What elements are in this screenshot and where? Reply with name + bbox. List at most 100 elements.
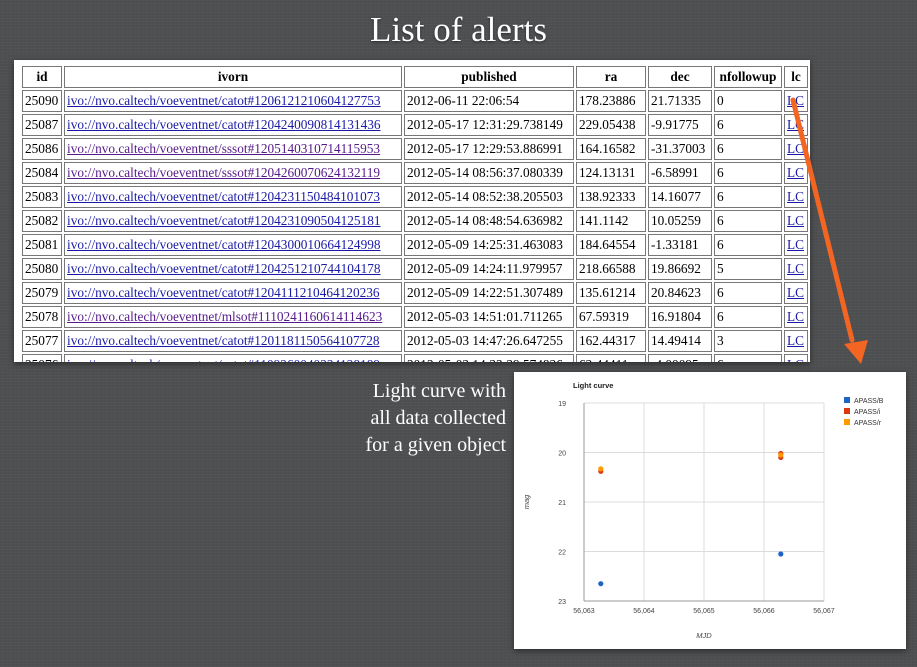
column-header-nfollowup: nfollowup	[714, 66, 782, 88]
table-row: 25087 ivo://nvo.caltech/voeventnet/catot#…	[22, 114, 808, 136]
cell-ivorn: ivo://nvo.caltech/voeventnet/mlsot#11102…	[64, 306, 402, 328]
light-curve-caption: Light curve with all data collected for …	[330, 378, 507, 459]
cell-published: 2012-05-17 12:29:53.886991	[404, 138, 574, 160]
ivorn-link[interactable]: ivo://nvo.caltech/voeventnet/mlsot#11102…	[67, 309, 382, 324]
cell-published: 2012-05-03 14:47:26.647255	[404, 330, 574, 352]
cell-published: 2012-05-17 12:31:29.738149	[404, 114, 574, 136]
cell-ivorn: ivo://nvo.caltech/voeventnet/catot#12011…	[64, 330, 402, 352]
cell-nfollowup: 6	[714, 186, 782, 208]
cell-ivorn: ivo://nvo.caltech/voeventnet/catot#12061…	[64, 90, 402, 112]
cell-lc: LC	[784, 282, 808, 304]
ivorn-link[interactable]: ivo://nvo.caltech/voeventnet/catot#12041…	[67, 285, 380, 300]
cell-nfollowup: 6	[714, 162, 782, 184]
cell-ra: 135.61214	[576, 282, 646, 304]
cell-dec: -4.00095	[648, 354, 712, 362]
caption-line: Light curve with	[372, 380, 506, 402]
x-tick-label: 56,065	[693, 608, 715, 615]
table-row: 25086 ivo://nvo.caltech/voeventnet/sssot#…	[22, 138, 808, 160]
y-tick-label: 21	[558, 500, 566, 507]
cell-ra: 178.23886	[576, 90, 646, 112]
cell-nfollowup: 6	[714, 210, 782, 232]
cell-id: 25087	[22, 114, 62, 136]
cell-ivorn: ivo://nvo.caltech/voeventnet/catot#12043…	[64, 234, 402, 256]
alerts-table: id ivorn published ra dec nfollowup lc 2…	[20, 64, 810, 362]
cell-ivorn: ivo://nvo.caltech/voeventnet/sssot#12051…	[64, 138, 402, 160]
table-row: 25083 ivo://nvo.caltech/voeventnet/catot#…	[22, 186, 808, 208]
ivorn-link[interactable]: ivo://nvo.caltech/voeventnet/catot#12061…	[67, 93, 381, 108]
light-curve-link[interactable]: LC	[787, 117, 804, 132]
legend-label: APASS/i	[854, 409, 881, 416]
cell-nfollowup: 6	[714, 114, 782, 136]
column-header-lc: lc	[784, 66, 808, 88]
ivorn-link[interactable]: ivo://nvo.caltech/voeventnet/catot#12042…	[67, 189, 380, 204]
cell-lc: LC	[784, 354, 808, 362]
table-row: 25080 ivo://nvo.caltech/voeventnet/catot#…	[22, 258, 808, 280]
cell-nfollowup: 3	[714, 330, 782, 352]
cell-id: 25090	[22, 90, 62, 112]
cell-published: 2012-06-11 22:06:54	[404, 90, 574, 112]
ivorn-link[interactable]: ivo://nvo.caltech/voeventnet/sssot#12051…	[67, 141, 380, 156]
column-header-ivorn: ivorn	[64, 66, 402, 88]
caption-line: all data collected	[370, 407, 506, 429]
table-row: 25078 ivo://nvo.caltech/voeventnet/mlsot#…	[22, 306, 808, 328]
cell-ivorn: ivo://nvo.caltech/voeventnet/catot#12042…	[64, 210, 402, 232]
ivorn-link[interactable]: ivo://nvo.caltech/voeventnet/catot#12042…	[67, 213, 381, 228]
legend-label: APASS/B	[854, 398, 884, 405]
cell-ra: 124.13131	[576, 162, 646, 184]
cell-ra: 164.16582	[576, 138, 646, 160]
light-curve-link[interactable]: LC	[787, 285, 804, 300]
light-curve-link[interactable]: LC	[787, 261, 804, 276]
cell-id: 25078	[22, 306, 62, 328]
ivorn-link[interactable]: ivo://nvo.caltech/voeventnet/catot#12011…	[67, 333, 380, 348]
light-curve-link[interactable]: LC	[787, 141, 804, 156]
light-curve-link[interactable]: LC	[787, 237, 804, 252]
cell-published: 2012-05-14 08:52:38.205503	[404, 186, 574, 208]
cell-ra: 184.64554	[576, 234, 646, 256]
slide-title: List of alerts	[370, 10, 547, 49]
ivorn-link[interactable]: ivo://nvo.caltech/voeventnet/catot#12042…	[67, 117, 381, 132]
y-axis-label: mag	[522, 494, 531, 509]
cell-lc: LC	[784, 186, 808, 208]
table-row: 25082 ivo://nvo.caltech/voeventnet/catot#…	[22, 210, 808, 232]
ivorn-link[interactable]: ivo://nvo.caltech/voeventnet/catot#11092…	[67, 357, 380, 362]
light-curve-link[interactable]: LC	[787, 333, 804, 348]
x-tick-label: 56,063	[573, 608, 595, 615]
table-row: 25090 ivo://nvo.caltech/voeventnet/catot#…	[22, 90, 808, 112]
light-curve-link[interactable]: LC	[787, 165, 804, 180]
y-tick-label: 23	[558, 599, 566, 606]
y-tick-label: 20	[558, 451, 566, 458]
cell-id: 25076	[22, 354, 62, 362]
cell-ra: 229.05438	[576, 114, 646, 136]
cell-id: 25080	[22, 258, 62, 280]
legend-swatch	[844, 408, 850, 414]
table-row: 25084 ivo://nvo.caltech/voeventnet/sssot#…	[22, 162, 808, 184]
y-tick-label: 22	[558, 550, 566, 557]
cell-id: 25077	[22, 330, 62, 352]
cell-id: 25079	[22, 282, 62, 304]
light-curve-link[interactable]: LC	[787, 309, 804, 324]
light-curve-link[interactable]: LC	[787, 357, 804, 362]
cell-published: 2012-05-14 08:48:54.636982	[404, 210, 574, 232]
cell-lc: LC	[784, 210, 808, 232]
column-header-ra: ra	[576, 66, 646, 88]
light-curve-link[interactable]: LC	[787, 189, 804, 204]
ivorn-link[interactable]: ivo://nvo.caltech/voeventnet/catot#12043…	[67, 237, 381, 252]
cell-id: 25081	[22, 234, 62, 256]
ivorn-link[interactable]: ivo://nvo.caltech/voeventnet/catot#12042…	[67, 261, 381, 276]
cell-ivorn: ivo://nvo.caltech/voeventnet/catot#12042…	[64, 258, 402, 280]
cell-ra: 62.44411	[576, 354, 646, 362]
cell-dec: 14.49414	[648, 330, 712, 352]
x-axis-label: MJD	[696, 631, 712, 640]
data-point-apass-b	[778, 551, 784, 557]
cell-published: 2012-05-03 14:51:01.711265	[404, 306, 574, 328]
cell-nfollowup: 0	[714, 90, 782, 112]
cell-nfollowup: 6	[714, 354, 782, 362]
cell-dec: -31.37003	[648, 138, 712, 160]
light-curve-link[interactable]: LC	[787, 93, 804, 108]
cell-dec: -1.33181	[648, 234, 712, 256]
light-curve-link[interactable]: LC	[787, 213, 804, 228]
cell-nfollowup: 5	[714, 258, 782, 280]
ivorn-link[interactable]: ivo://nvo.caltech/voeventnet/sssot#12042…	[67, 165, 380, 180]
legend-swatch	[844, 397, 850, 403]
table-row: 25081 ivo://nvo.caltech/voeventnet/catot#…	[22, 234, 808, 256]
